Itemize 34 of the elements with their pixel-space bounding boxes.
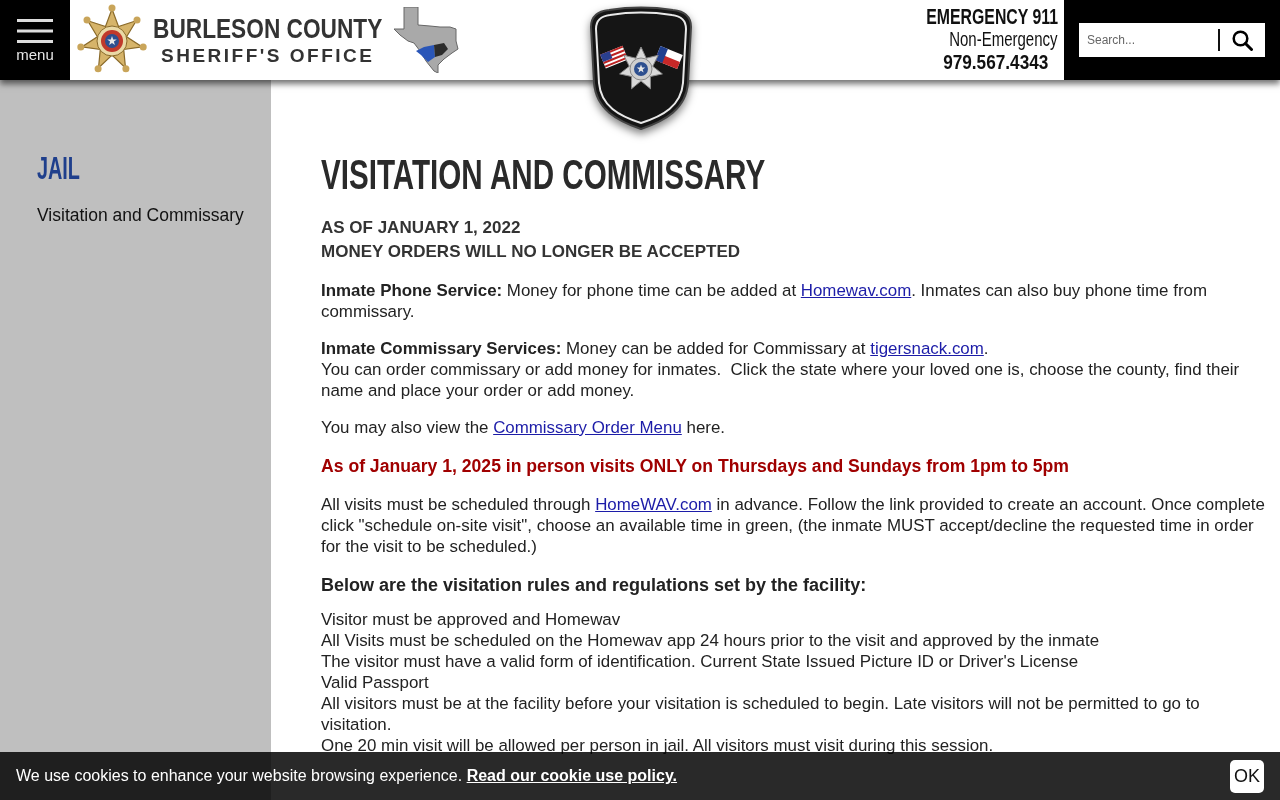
- page-title: VISITATION AND COMMISSARY: [321, 154, 766, 196]
- notice-heading: MONEY ORDERS WILL NO LONGER BE ACCEPTED: [321, 241, 742, 263]
- sidebar-link[interactable]: Visitation and Commissary: [37, 204, 244, 226]
- rule-text: All visitors must be at the facility before your visitation is scheduled to begin. Late visitors will not be permitted to go to visitation.: [321, 693, 1201, 735]
- rule-text: One 20 min visit will be allowed per person in jail. All visitors must visit during this session.: [321, 735, 995, 756]
- text-link[interactable]: HomeWAV.com: [595, 495, 712, 514]
- body-paragraph: Inmate Commissary Services: Money can be added for Commissary at tigersnack.com. You can order commissary or add money for inmates. Click the state where your loved one is, choose the county, find their name and place your order or add money.: [321, 338, 1241, 401]
- section-heading: JAIL: [37, 152, 80, 184]
- body-paragraph: All visits must be scheduled through HomeWAV.com in advance. Follow the link provided to create an account. Once complete click "schedule on-site visit", choose an available time in green, (the inmate MUST accept/decline the requested time in order for the visit to be scheduled.): [321, 494, 1265, 557]
- rule-text: All Visits must be scheduled on the Homewav app 24 hours prior to the visit and approved by the inmate: [321, 630, 1101, 651]
- rule-text: The visitor must have a valid form of identification. Current State Issued Picture ID or Driver's License: [321, 651, 1080, 672]
- cookie-policy-link[interactable]: Read our cookie use policy.: [466, 767, 678, 784]
- emergency-number: EMERGENCY 911: [926, 5, 1058, 28]
- rule-text: Valid Passport: [321, 672, 430, 693]
- cookie-notice: We use cookies to enhance your website browsing experience. Read our cookie use policy.: [16, 766, 678, 786]
- search-button[interactable]: [1220, 23, 1265, 57]
- body-paragraph: Inmate Phone Service: Money for phone time can be added at Homewav.com. Inmates can also buy phone time from commissary.: [321, 280, 1208, 322]
- rule-text: Visitor must be approved and Homewav: [321, 609, 622, 630]
- text-link[interactable]: tigersnack.com: [870, 339, 984, 358]
- menu-button[interactable]: menu: [0, 0, 70, 80]
- notice-heading: AS OF JANUARY 1, 2022: [321, 217, 522, 239]
- phone-number: 979.567.4343: [942, 51, 1048, 74]
- section-subheading: Below are the visitation rules and regulations set by the facility:: [321, 574, 868, 597]
- alert-notice: As of January 1, 2025 in person visits ONLY on Thursdays and Sundays from 1pm to 5pm: [321, 455, 1070, 478]
- text-link[interactable]: Commissary Order Menu: [493, 418, 682, 437]
- hamburger-icon: [17, 19, 53, 43]
- text-link[interactable]: Homewav.com: [800, 281, 912, 300]
- ok-button[interactable]: OK: [1230, 759, 1264, 793]
- non-emergency-label: Non-Emergency: [949, 28, 1058, 51]
- site-subtitle: SHERIFF'S OFFICE: [161, 46, 375, 65]
- search-field[interactable]: Search...: [1079, 23, 1218, 57]
- site-title: BURLESON COUNTY: [153, 15, 383, 43]
- body-paragraph: You may also view the Commissary Order Menu here.: [321, 417, 726, 438]
- search-icon: [1232, 29, 1253, 51]
